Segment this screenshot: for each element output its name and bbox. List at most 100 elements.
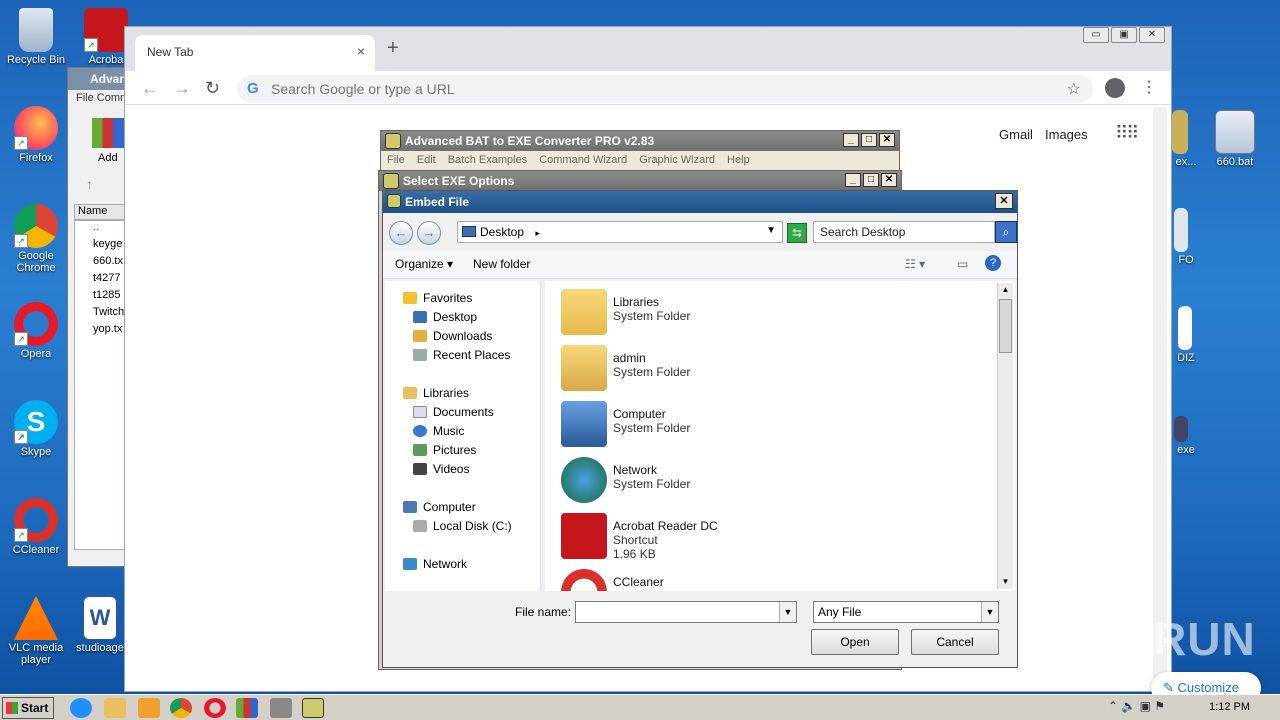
close-button[interactable]: ✕ (995, 193, 1013, 209)
nav-favorites[interactable]: Favorites (403, 291, 472, 309)
menu-file[interactable]: File (387, 154, 405, 168)
minimize-button[interactable]: _ (843, 133, 859, 147)
scroll-thumb[interactable] (999, 299, 1012, 353)
tab-new-tab[interactable]: New Tab × (135, 35, 375, 71)
menu-edit[interactable]: Edit (417, 154, 436, 168)
app-taskbar-icon[interactable] (270, 698, 292, 718)
list-item[interactable]: keyge (75, 238, 124, 255)
menu-command-wizard[interactable]: Command Wizard (539, 154, 627, 168)
nav-local-disk[interactable]: Local Disk (C:) (413, 519, 512, 537)
new-folder-button[interactable]: New folder (473, 257, 530, 271)
skype-desktop-icon[interactable]: S ↗ Skype (1, 400, 71, 458)
maximize-button[interactable]: ▣ (1111, 27, 1137, 43)
winrar-menu[interactable]: File Comm (68, 90, 124, 108)
media-player-icon[interactable] (138, 698, 160, 718)
account-icon[interactable] (1105, 78, 1125, 98)
vlc-desktop-icon[interactable]: VLC media player (1, 596, 71, 666)
maximize-button[interactable]: □ (863, 173, 879, 187)
scroll-up-icon[interactable]: ▲ (998, 283, 1013, 297)
nav-music[interactable]: Music (413, 424, 464, 442)
list-item[interactable]: Libraries System Folder (561, 289, 861, 343)
file-type-select[interactable]: Any File (813, 601, 999, 623)
help-icon[interactable]: ? (985, 255, 1001, 271)
clock[interactable]: 1:12 PM (1209, 701, 1250, 713)
nav-pictures[interactable]: Pictures (413, 443, 476, 461)
search-input[interactable]: Search Desktop (813, 221, 995, 243)
scroll-down-icon[interactable]: ▼ (998, 575, 1013, 589)
list-item[interactable]: Computer System Folder (561, 401, 861, 455)
list-item[interactable]: Acrobat Reader DC Shortcut 1.96 KB (561, 513, 861, 567)
menu-batch-examples[interactable]: Batch Examples (448, 154, 527, 168)
bat-converter-taskbar-icon[interactable] (302, 698, 324, 718)
recycle-bin-icon[interactable]: Recycle Bin (1, 8, 71, 66)
chrome-desktop-icon[interactable]: ↗ Google Chrome (1, 204, 71, 274)
nav-computer[interactable]: Computer (403, 500, 476, 518)
list-item[interactable]: t1285 (75, 289, 124, 306)
embed-file-dialog[interactable]: Embed File ✕ ← → Desktop ▸ ▼ ⇆ Search De… (382, 190, 1018, 668)
forward-icon[interactable]: → (417, 221, 441, 245)
back-icon[interactable]: ← (141, 78, 159, 99)
gmail-link[interactable]: Gmail (999, 127, 1033, 142)
nav-desktop[interactable]: Desktop (413, 310, 477, 328)
winrar-taskbar-icon[interactable] (236, 698, 258, 718)
bookmark-star-icon[interactable]: ☆ (1067, 79, 1081, 99)
breadcrumb-arrow-icon[interactable]: ▸ (535, 228, 540, 238)
up-arrow-icon[interactable]: ↑ (86, 176, 93, 192)
list-item[interactable]: CCleaner Shortcut (561, 569, 861, 591)
bat-file-desktop-icon[interactable]: 660.bat (1200, 110, 1270, 168)
file-name-field[interactable] (575, 601, 797, 623)
menu-help[interactable]: Help (727, 154, 750, 168)
ie-icon[interactable] (70, 698, 92, 718)
omnibox-input[interactable] (269, 79, 1049, 99)
close-button[interactable]: ✕ (879, 133, 895, 147)
omnibox[interactable]: G ☆ (237, 75, 1093, 103)
winrar-window[interactable]: Advan File Comm Add ↑ Name .. keyge 660.… (67, 67, 125, 567)
exe-desktop-icon[interactable]: ex... (1166, 110, 1206, 168)
new-tab-button[interactable]: + (387, 37, 399, 60)
list-item[interactable]: yop.tx (75, 323, 124, 340)
list-item[interactable]: Twitch (75, 306, 124, 323)
forward-icon[interactable]: → (173, 78, 191, 99)
menu-graphic-wizard[interactable]: Graphic Wizard (639, 154, 715, 168)
reload-icon[interactable]: ↻ (205, 78, 220, 99)
preview-pane-icon[interactable]: ▭ (957, 257, 968, 271)
nav-libraries[interactable]: Libraries (403, 386, 469, 404)
start-button[interactable]: Start (2, 697, 54, 719)
view-options-icon[interactable]: ☷ ▾ (905, 257, 925, 271)
explorer-icon[interactable] (104, 698, 126, 718)
fo-desktop-icon[interactable]: FO (1166, 208, 1206, 266)
list-item[interactable]: Network System Folder (561, 457, 861, 511)
close-button[interactable]: ✕ (1139, 27, 1165, 43)
chrome-taskbar-icon[interactable] (170, 698, 192, 718)
list-item[interactable]: 660.tx (75, 255, 124, 272)
apps-grid-icon[interactable]: ⠿⠿ (1115, 123, 1139, 144)
menu-kebab-icon[interactable]: ⋮ (1141, 77, 1157, 97)
close-button[interactable]: ✕ (881, 173, 897, 187)
bat-converter-titlebar[interactable]: Advanced BAT to EXE Converter PRO v2.83 … (381, 131, 899, 151)
minimize-button[interactable]: _ (845, 173, 861, 187)
list-item[interactable]: t4277 (75, 272, 124, 289)
ccleaner-desktop-icon[interactable]: ↗ CCleaner (1, 498, 71, 556)
column-header-name[interactable]: Name (74, 204, 124, 220)
nav-network[interactable]: Network (403, 557, 467, 575)
minimize-button[interactable]: ▭ (1083, 27, 1109, 43)
tab-close-icon[interactable]: × (357, 43, 365, 59)
select-exe-titlebar[interactable]: Select EXE Options _ □ ✕ (379, 171, 901, 191)
page-scrollbar[interactable] (1153, 107, 1167, 687)
diz-desktop-icon[interactable]: DIZ (1166, 306, 1206, 364)
images-link[interactable]: Images (1045, 127, 1088, 142)
address-bar[interactable]: Desktop ▸ ▼ (457, 221, 783, 243)
opera-desktop-icon[interactable]: ↗ Opera (1, 302, 71, 360)
winrar-add-icon[interactable] (92, 118, 124, 148)
refresh-icon[interactable]: ⇆ (787, 223, 807, 243)
maximize-button[interactable]: □ (861, 133, 877, 147)
open-button[interactable]: Open (811, 629, 899, 655)
organize-button[interactable]: Organize ▾ (395, 257, 453, 271)
back-icon[interactable]: ← (389, 221, 413, 245)
nav-recent-places[interactable]: Recent Places (413, 348, 510, 366)
list-item[interactable]: .. (75, 221, 124, 238)
chevron-down-icon[interactable]: ▼ (766, 225, 776, 236)
exe2-desktop-icon[interactable]: exe (1166, 416, 1206, 456)
nav-downloads[interactable]: Downloads (413, 329, 492, 347)
nav-videos[interactable]: Videos (413, 462, 469, 480)
